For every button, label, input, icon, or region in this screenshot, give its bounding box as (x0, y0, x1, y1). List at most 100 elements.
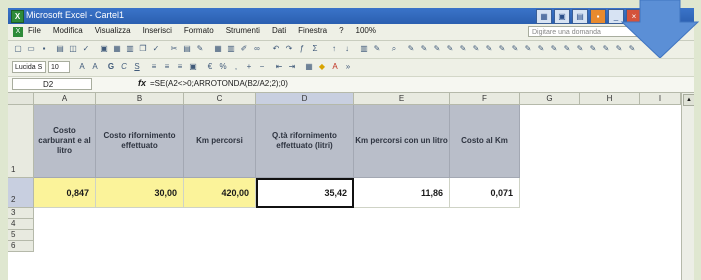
check-icon[interactable]: ✓ (150, 43, 162, 55)
column-header-b[interactable]: B (96, 93, 184, 105)
table-icon[interactable]: ▦ (111, 43, 123, 55)
borders-icon[interactable]: ▦ (303, 61, 315, 73)
cut-icon[interactable]: ✂ (168, 43, 180, 55)
cell-c2[interactable]: 420,00 (184, 178, 256, 208)
review-icon-4[interactable]: ✎ (444, 43, 456, 55)
menu-visualizza[interactable]: Visualizza (95, 26, 131, 35)
review-icon-5[interactable]: ✎ (457, 43, 469, 55)
drawing-toggle-icon[interactable]: ✎ (371, 43, 383, 55)
drawing-icon[interactable]: ✐ (238, 43, 250, 55)
link-icon[interactable]: ∞ (251, 43, 263, 55)
indent-right-icon[interactable]: ⇥ (286, 61, 298, 73)
review-icon-15[interactable]: ✎ (587, 43, 599, 55)
decrease-decimal-icon[interactable]: − (256, 61, 268, 73)
select-all-corner[interactable] (8, 93, 34, 105)
underline-icon[interactable]: S (131, 61, 143, 73)
column-header-a[interactable]: A (34, 93, 96, 105)
merge-icon[interactable]: ▣ (187, 61, 199, 73)
scroll-up-icon[interactable]: ▲ (683, 94, 694, 106)
review-icon-1[interactable]: ✎ (405, 43, 417, 55)
font-color-icon[interactable]: A (329, 61, 341, 73)
calendar-icon[interactable]: ▦ (536, 9, 552, 24)
italic-icon[interactable]: C (118, 61, 130, 73)
cell-e2[interactable]: 11,86 (354, 178, 450, 208)
review-icon-14[interactable]: ✎ (574, 43, 586, 55)
font-size-select[interactable]: 10 (48, 61, 70, 73)
percent-icon[interactable]: % (217, 61, 229, 73)
increase-decimal-icon[interactable]: + (243, 61, 255, 73)
insert-table-icon[interactable]: ▦ (212, 43, 224, 55)
menu-help[interactable]: ? (339, 26, 343, 35)
zoom-select[interactable]: 100% (356, 26, 376, 35)
format-painter-icon[interactable]: ✎ (194, 43, 206, 55)
zoom-icon[interactable]: ⌕ (388, 43, 400, 55)
sort-desc-icon[interactable]: ↓ (341, 43, 353, 55)
bold-icon[interactable]: G (105, 61, 117, 73)
redo-icon[interactable]: ↷ (283, 43, 295, 55)
toolbar-more-icon[interactable]: » (342, 61, 354, 73)
print-preview-icon[interactable]: ▣ (98, 43, 110, 55)
chart-wizard-icon[interactable]: ▥ (358, 43, 370, 55)
paste-icon[interactable]: ▤ (181, 43, 193, 55)
grid-view-icon[interactable]: ▥ (124, 43, 136, 55)
column-header-e[interactable]: E (354, 93, 450, 105)
new-icon[interactable]: ▢ (12, 43, 24, 55)
column-header-i[interactable]: I (640, 93, 681, 105)
function-icon[interactable]: ƒ (296, 43, 308, 55)
cell-f1[interactable]: Costo al Km (450, 105, 520, 178)
print-icon[interactable]: ▤ (54, 43, 66, 55)
font-name-select[interactable]: Lucida S (12, 61, 46, 73)
review-icon-7[interactable]: ✎ (483, 43, 495, 55)
align-center-icon[interactable]: ≡ (161, 61, 173, 73)
row-header-2[interactable]: 2 (8, 178, 34, 208)
column-header-g[interactable]: G (520, 93, 580, 105)
row-header-5[interactable]: 5 (8, 230, 34, 241)
save-icon[interactable]: ▪ (38, 43, 50, 55)
column-header-c[interactable]: C (184, 93, 256, 105)
indent-left-icon[interactable]: ⇤ (273, 61, 285, 73)
spelling-icon[interactable]: ✓ (80, 43, 92, 55)
cell-b1[interactable]: Costo rifornimento effettuato (96, 105, 184, 178)
review-icon-10[interactable]: ✎ (522, 43, 534, 55)
name-box[interactable]: D2 (12, 78, 92, 90)
font-grow-icon[interactable]: A (76, 61, 88, 73)
cell-a1[interactable]: Costo carburant e al litro (34, 105, 96, 178)
column-header-d[interactable]: D (256, 93, 354, 105)
review-icon-9[interactable]: ✎ (509, 43, 521, 55)
row-header-3[interactable]: 3 (8, 208, 34, 219)
review-icon-16[interactable]: ✎ (600, 43, 612, 55)
autosum-icon[interactable]: Σ (309, 43, 321, 55)
currency-icon[interactable]: € (204, 61, 216, 73)
cell-a2[interactable]: 0,847 (34, 178, 96, 208)
grid-icon[interactable]: ▤ (572, 9, 588, 24)
cell-f2[interactable]: 0,071 (450, 178, 520, 208)
review-icon-3[interactable]: ✎ (431, 43, 443, 55)
menu-file[interactable]: File (28, 26, 41, 35)
review-icon-12[interactable]: ✎ (548, 43, 560, 55)
align-right-icon[interactable]: ≡ (174, 61, 186, 73)
vertical-scrollbar[interactable]: ▲ (681, 93, 694, 280)
row-header-6[interactable]: 6 (8, 241, 34, 252)
column-header-h[interactable]: H (580, 93, 640, 105)
undo-icon[interactable]: ↶ (270, 43, 282, 55)
review-icon-6[interactable]: ✎ (470, 43, 482, 55)
review-icon-8[interactable]: ✎ (496, 43, 508, 55)
menu-modifica[interactable]: Modifica (53, 26, 83, 35)
menu-dati[interactable]: Dati (272, 26, 286, 35)
cell-d2[interactable]: 35,42 (256, 178, 354, 208)
menu-formato[interactable]: Formato (184, 26, 214, 35)
cell-b2[interactable]: 30,00 (96, 178, 184, 208)
review-icon-11[interactable]: ✎ (535, 43, 547, 55)
align-left-icon[interactable]: ≡ (148, 61, 160, 73)
sort-asc-icon[interactable]: ↑ (328, 43, 340, 55)
menu-strumenti[interactable]: Strumenti (226, 26, 260, 35)
thousands-icon[interactable]: , (230, 61, 242, 73)
cell-c1[interactable]: Km percorsi (184, 105, 256, 178)
review-icon-13[interactable]: ✎ (561, 43, 573, 55)
cell-d1[interactable]: Q.tà rifornimento effettuato (litri) (256, 105, 354, 178)
formula-input[interactable]: =SE(A2<>0;ARROTONDA(B2/A2;2);0) (150, 78, 288, 90)
review-icon-2[interactable]: ✎ (418, 43, 430, 55)
orange-app-icon[interactable]: ▪ (590, 9, 606, 24)
copy-icon[interactable]: ❐ (137, 43, 149, 55)
row-header-1[interactable]: 1 (8, 105, 34, 178)
